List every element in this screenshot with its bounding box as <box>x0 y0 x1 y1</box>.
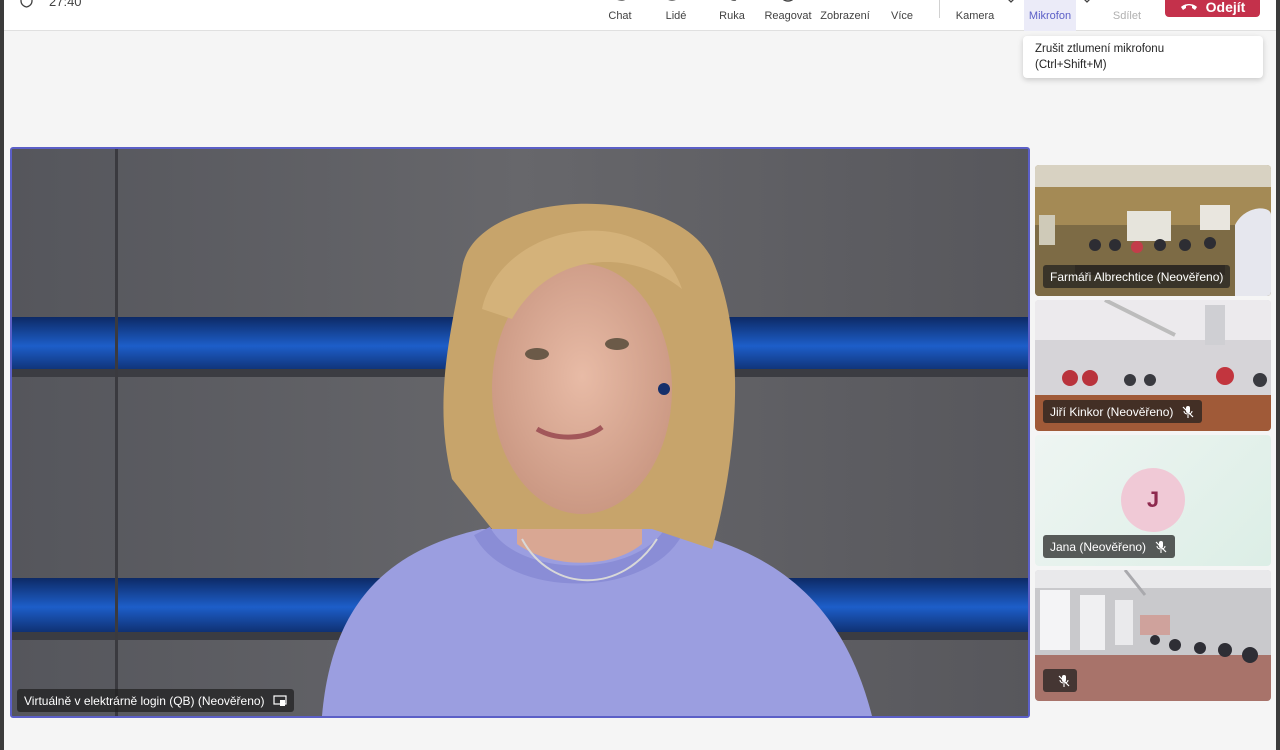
share-button[interactable]: Sdílet <box>1107 0 1147 31</box>
camera-label: Kamera <box>955 10 995 22</box>
participant-avatar: J <box>1121 468 1185 532</box>
tooltip-line-2: (Ctrl+Shift+M) <box>1035 59 1107 71</box>
pin-screen-icon <box>272 694 287 706</box>
view-label: Zobrazení <box>820 10 870 22</box>
hand-label: Ruka <box>719 10 745 22</box>
camera-options-chevron-icon[interactable] <box>1005 0 1017 4</box>
window-edge-left <box>0 0 4 750</box>
main-video-name: Virtuálně v elektrárně login (QB) (Neově… <box>24 693 265 708</box>
share-icon <box>1117 0 1137 4</box>
timer-text: 27:40 <box>49 0 82 9</box>
participant-name: Jiří Kinkor (Neověřeno) <box>1050 404 1174 419</box>
more-button[interactable]: Více <box>882 0 922 31</box>
chat-icon <box>617 0 626 1</box>
toolbar-divider <box>939 0 940 18</box>
layout-icon <box>835 0 855 4</box>
microphone-off-icon <box>1040 0 1060 4</box>
participant-tile[interactable]: Farmáři Albrechtice (Neověřeno) <box>1035 165 1271 296</box>
meeting-timer: 27:40 <box>20 0 82 9</box>
microphone-tooltip: Zrušit ztlumení mikrofonu (Ctrl+Shift+M) <box>1023 36 1263 78</box>
participant-name-label <box>1043 669 1077 692</box>
camera-button[interactable]: Kamera <box>952 0 998 31</box>
hang-up-icon <box>1180 4 1197 10</box>
people-label: Lidé <box>665 10 687 22</box>
presenter-video-image <box>12 149 1028 716</box>
hand-icon <box>730 0 737 1</box>
more-label: Více <box>890 10 913 22</box>
microphone-muted-icon <box>1155 540 1167 553</box>
react-button[interactable]: Reagovat <box>762 0 814 31</box>
tooltip-line-1: Zrušit ztlumení mikrofonu <box>1035 43 1165 55</box>
participant-tile[interactable]: J Jana (Neověřeno) <box>1035 435 1271 566</box>
shield-icon <box>20 0 33 8</box>
participant-name: Jana (Neověřeno) <box>1050 539 1147 554</box>
microphone-muted-icon <box>1182 405 1194 418</box>
participant-tile[interactable]: Jiří Kinkor (Neověřeno) <box>1035 300 1271 431</box>
raise-hand-button[interactable]: Ruka <box>712 0 752 31</box>
main-video-name-label: Virtuálně v elektrárně login (QB) (Neově… <box>17 689 294 712</box>
leave-button[interactable]: Odejít <box>1165 0 1260 17</box>
leave-label: Odejít <box>1205 0 1246 15</box>
share-label: Sdílet <box>1112 10 1142 22</box>
microphone-label: Mikrofon <box>1028 10 1072 22</box>
people-button[interactable]: Lidé <box>656 0 696 31</box>
chat-button[interactable]: Chat <box>600 0 640 31</box>
camera-icon <box>965 0 985 4</box>
participant-name-label: Jiří Kinkor (Neověřeno) <box>1043 400 1203 423</box>
participant-name: Farmáři Albrechtice (Neověřeno) <box>1050 269 1224 284</box>
participant-name-label: Jana (Neověřeno) <box>1043 535 1176 558</box>
microphone-button[interactable]: Mikrofon <box>1024 0 1076 31</box>
people-icon <box>668 0 676 1</box>
window-edge-right <box>1276 0 1280 750</box>
meeting-toolbar: 27:40 Chat Lidé Ruka Reagovat Zobrazení … <box>4 0 1276 31</box>
smiley-icon <box>782 0 794 2</box>
participant-tile[interactable] <box>1035 570 1271 701</box>
chat-label: Chat <box>608 10 632 22</box>
microphone-muted-icon <box>1058 674 1070 687</box>
participant-name-label: Farmáři Albrechtice (Neověřeno) <box>1043 265 1231 288</box>
microphone-options-chevron-icon[interactable] <box>1081 0 1093 4</box>
react-label: Reagovat <box>764 10 812 22</box>
main-video-feed[interactable]: Virtuálně v elektrárně login (QB) (Neově… <box>10 147 1030 718</box>
view-button[interactable]: Zobrazení <box>818 0 872 31</box>
